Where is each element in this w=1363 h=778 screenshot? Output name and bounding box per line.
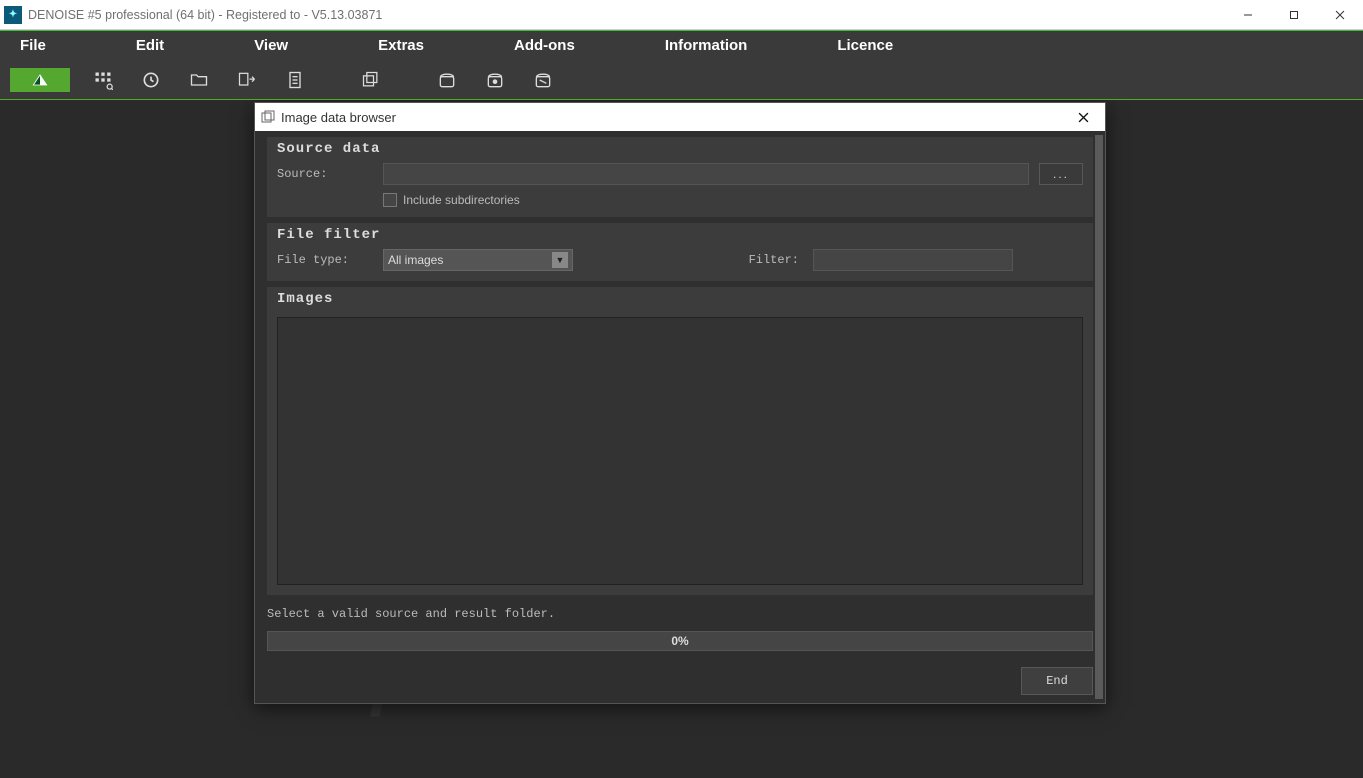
filetype-select[interactable]: All images ▼: [383, 249, 573, 271]
menu-view[interactable]: View: [254, 37, 288, 54]
window-titlebar: ✦ DENOISE #5 professional (64 bit) - Reg…: [0, 0, 1363, 30]
toolbar-document-icon[interactable]: [280, 68, 310, 92]
images-title: Images: [277, 291, 1083, 307]
dialog-titlebar[interactable]: Image data browser: [255, 103, 1105, 131]
app-icon: ✦: [4, 6, 22, 24]
filter-input[interactable]: [813, 249, 1013, 271]
toolbar-preset3-icon[interactable]: [528, 68, 558, 92]
progress-bar: 0%: [267, 631, 1093, 651]
image-data-browser-dialog: Image data browser Source data Source: .…: [254, 102, 1106, 704]
toolbar-export-icon[interactable]: [232, 68, 262, 92]
menu-addons[interactable]: Add-ons: [514, 37, 575, 54]
dialog-icon: [261, 110, 275, 124]
images-listbox[interactable]: [277, 317, 1083, 585]
window-close-button[interactable]: [1317, 0, 1363, 30]
images-panel: Images: [267, 287, 1093, 595]
menu-edit[interactable]: Edit: [136, 37, 164, 54]
chevron-down-icon: ▼: [552, 252, 568, 268]
menu-extras[interactable]: Extras: [378, 37, 424, 54]
main-menubar: File Edit View Extras Add-ons Informatio…: [0, 30, 1363, 60]
toolbar-preset2-icon[interactable]: [480, 68, 510, 92]
source-label: Source:: [277, 167, 373, 181]
browse-source-button[interactable]: ...: [1039, 163, 1083, 185]
source-data-panel: Source data Source: ... Include subdirec…: [267, 137, 1093, 217]
file-filter-panel: File filter File type: All images ▼ Filt…: [267, 223, 1093, 281]
dialog-title: Image data browser: [281, 110, 396, 125]
menu-information[interactable]: Information: [665, 37, 748, 54]
menu-file[interactable]: File: [20, 37, 46, 54]
workspace: professional Image data browser Source d…: [0, 100, 1363, 778]
source-data-title: Source data: [277, 141, 1083, 157]
dialog-close-button[interactable]: [1067, 103, 1099, 131]
toolbar-history-icon[interactable]: [136, 68, 166, 92]
toolbar-open-folder-icon[interactable]: [184, 68, 214, 92]
window-maximize-button[interactable]: [1271, 0, 1317, 30]
filetype-value: All images: [388, 253, 443, 267]
file-filter-title: File filter: [277, 227, 1083, 243]
end-button[interactable]: End: [1021, 667, 1093, 695]
toolbar-batch-icon[interactable]: [356, 68, 386, 92]
window-title: DENOISE #5 professional (64 bit) - Regis…: [28, 8, 382, 22]
main-toolbar: [0, 60, 1363, 100]
toolbar-grid-icon[interactable]: [88, 68, 118, 92]
menu-licence[interactable]: Licence: [837, 37, 893, 54]
toolbar-logo-button[interactable]: [10, 68, 70, 92]
status-text: Select a valid source and result folder.: [267, 607, 1093, 621]
dialog-scrollbar[interactable]: [1095, 135, 1103, 699]
include-subdirs-checkbox[interactable]: [383, 193, 397, 207]
toolbar-preset1-icon[interactable]: [432, 68, 462, 92]
include-subdirs-label: Include subdirectories: [403, 193, 520, 207]
filetype-label: File type:: [277, 253, 373, 267]
filter-label: Filter:: [749, 253, 799, 267]
window-minimize-button[interactable]: [1225, 0, 1271, 30]
progress-value: 0%: [671, 634, 688, 648]
source-input[interactable]: [383, 163, 1029, 185]
